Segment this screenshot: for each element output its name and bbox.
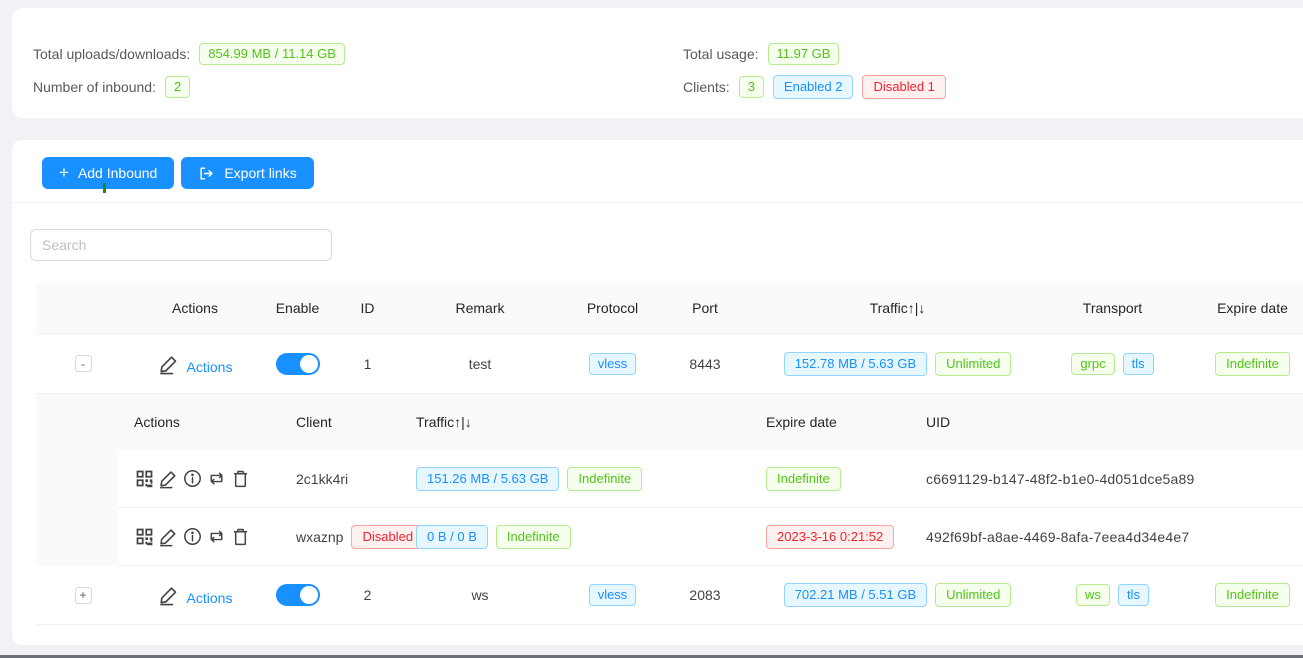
qr-code-icon[interactable] — [134, 468, 156, 490]
transport-badge: grpc — [1071, 353, 1114, 375]
inbound-actions-label: Actions — [187, 590, 233, 606]
client-expire-badge: Indefinite — [766, 467, 841, 491]
inbound-actions-label: Actions — [187, 359, 233, 375]
client-traffic-limit-badge: Indefinite — [496, 525, 571, 549]
stats-left-column: Total uploads/downloads: 854.99 MB / 11.… — [33, 42, 345, 108]
protocol-badge: vless — [589, 353, 637, 375]
info-icon[interactable] — [182, 468, 204, 490]
col-header-id: ID — [335, 300, 400, 316]
stats-card: Total uploads/downloads: 854.99 MB / 11.… — [12, 8, 1303, 118]
client-col-actions: Actions — [118, 414, 280, 430]
client-name: wxaznp — [296, 529, 343, 545]
client-traffic-limit-badge: Indefinite — [567, 467, 642, 491]
col-header-port: Port — [665, 300, 745, 316]
clients-label: Clients: — [683, 79, 730, 95]
toolbar-divider — [12, 202, 1303, 203]
traffic-limit-badge: Unlimited — [935, 352, 1011, 376]
inbound-count-badge: 2 — [165, 76, 190, 98]
stat-number-of-inbound: Number of inbound: 2 — [33, 75, 345, 99]
client-name: 2c1kk4ri — [280, 471, 400, 487]
export-links-label: Export links — [224, 165, 296, 181]
client-uid: 492f69bf-a8ae-4469-8afa-7eea4d34e4e7 — [926, 529, 1189, 545]
col-header-remark: Remark — [400, 300, 560, 316]
col-header-traffic-sortable[interactable]: Traffic↑|↓ — [745, 300, 1050, 316]
client-col-uid: UID — [910, 414, 1303, 430]
tls-badge: tls — [1118, 584, 1149, 606]
traffic-limit-badge: Unlimited — [935, 583, 1011, 607]
client-uid: c6691129-b147-48f2-b1e0-4d051dce5a89 — [926, 471, 1195, 487]
client-traffic-badge: 151.26 MB / 5.63 GB — [416, 467, 559, 491]
edit-client-icon[interactable] — [158, 526, 180, 548]
delete-client-icon[interactable] — [230, 526, 252, 548]
expire-badge: Indefinite — [1215, 583, 1290, 607]
clients-table: Actions Client Traffic↑|↓ Expire date UI… — [118, 394, 1303, 566]
search-input[interactable] — [30, 229, 332, 261]
col-header-transport: Transport — [1050, 300, 1175, 316]
transport-badge: ws — [1076, 584, 1110, 606]
protocol-badge: vless — [589, 584, 637, 606]
stats-right-column: Total usage: 11.97 GB Clients: 3 Enabled… — [683, 42, 946, 108]
clients-enabled-badge: Enabled 2 — [773, 75, 854, 99]
export-links-button[interactable]: Export links — [181, 157, 313, 189]
inbounds-card: + Add Inbound Export links Actions Enabl… — [12, 140, 1303, 645]
clients-table-header: Actions Client Traffic↑|↓ Expire date UI… — [118, 394, 1303, 450]
add-inbound-button[interactable]: + Add Inbound — [42, 157, 174, 189]
stat-total-uploads-downloads: Total uploads/downloads: 854.99 MB / 11.… — [33, 42, 345, 66]
traffic-badge: 702.21 MB / 5.51 GB — [784, 583, 927, 607]
total-usage-badge: 11.97 GB — [768, 43, 840, 65]
inbound-port: 2083 — [665, 587, 745, 603]
reset-traffic-icon[interactable] — [206, 468, 228, 490]
enable-toggle[interactable] — [276, 584, 320, 606]
client-col-traffic-sortable[interactable]: Traffic↑|↓ — [400, 414, 750, 430]
inbound-id: 2 — [335, 587, 400, 603]
client-col-expire: Expire date — [750, 414, 910, 430]
col-header-actions: Actions — [130, 300, 260, 316]
expire-badge: Indefinite — [1215, 352, 1290, 376]
client-col-client: Client — [280, 414, 400, 430]
uploads-downloads-badge: 854.99 MB / 11.14 GB — [199, 43, 345, 65]
inbound-actions-menu[interactable]: Actions — [158, 353, 233, 375]
plus-icon: + — [59, 164, 69, 181]
traffic-badge: 152.78 MB / 5.63 GB — [784, 352, 927, 376]
clients-count-badge: 3 — [739, 76, 764, 98]
client-row-2: wxaznp Disabled 0 B / 0 B Indefinite 202… — [118, 508, 1303, 566]
uploads-downloads-label: Total uploads/downloads: — [33, 46, 190, 62]
add-inbound-label: Add Inbound — [78, 165, 157, 181]
expand-row-button[interactable]: + — [75, 587, 92, 604]
inbound-remark: ws — [400, 587, 560, 603]
inbound-port: 8443 — [665, 356, 745, 372]
stat-clients: Clients: 3 Enabled 2 Disabled 1 — [683, 75, 946, 99]
stat-total-usage: Total usage: 11.97 GB — [683, 42, 946, 66]
total-usage-label: Total usage: — [683, 46, 759, 62]
inbound-count-label: Number of inbound: — [33, 79, 156, 95]
green-caret-mark — [103, 183, 106, 193]
reset-traffic-icon[interactable] — [206, 526, 228, 548]
expanded-clients-section: Actions Client Traffic↑|↓ Expire date UI… — [36, 394, 1303, 566]
client-row-1: 2c1kk4ri 151.26 MB / 5.63 GB Indefinite … — [118, 450, 1303, 508]
inbound-actions-menu[interactable]: Actions — [158, 584, 233, 606]
toolbar: + Add Inbound Export links — [42, 157, 314, 189]
inbound-row-2: + Actions 2 ws vless 2083 702.21 MB / 5.… — [36, 566, 1303, 625]
col-header-protocol: Protocol — [560, 300, 665, 316]
client-traffic-badge: 0 B / 0 B — [416, 525, 488, 549]
clients-disabled-badge: Disabled 1 — [862, 75, 945, 99]
tls-badge: tls — [1123, 353, 1154, 375]
inbound-remark: test — [400, 356, 560, 372]
inbound-id: 1 — [335, 356, 400, 372]
edit-icon — [158, 584, 180, 606]
edit-icon — [158, 353, 180, 375]
inbounds-table: Actions Enable ID Remark Protocol Port T… — [36, 283, 1303, 625]
client-expire-badge: 2023-3-16 0:21:52 — [766, 525, 894, 549]
collapse-row-button[interactable]: - — [75, 355, 92, 372]
col-header-expire-date: Expire date — [1175, 300, 1303, 316]
edit-client-icon[interactable] — [158, 468, 180, 490]
inbound-row-1: - Actions 1 test vless 8443 152.78 MB / … — [36, 334, 1303, 394]
export-icon — [198, 165, 215, 182]
info-icon[interactable] — [182, 526, 204, 548]
delete-client-icon[interactable] — [230, 468, 252, 490]
col-header-enable: Enable — [260, 300, 335, 316]
enable-toggle[interactable] — [276, 353, 320, 375]
inbounds-table-header: Actions Enable ID Remark Protocol Port T… — [36, 283, 1303, 334]
qr-code-icon[interactable] — [134, 526, 156, 548]
